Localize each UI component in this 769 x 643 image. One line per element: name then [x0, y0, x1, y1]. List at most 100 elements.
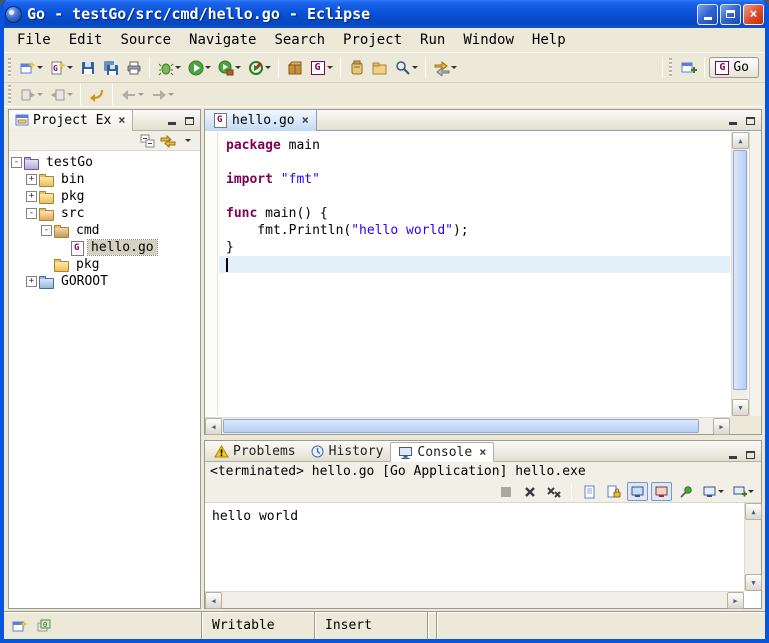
- scroll-track[interactable]: [222, 592, 727, 608]
- overview-ruler[interactable]: [749, 132, 761, 416]
- eclipse-app-icon[interactable]: [5, 6, 22, 23]
- tree-item-bin[interactable]: +bin: [11, 171, 200, 188]
- save-all-button[interactable]: [99, 56, 122, 80]
- external-tools-button[interactable]: [244, 56, 274, 80]
- open-console-button[interactable]: [729, 482, 756, 501]
- scroll-track[interactable]: [732, 149, 748, 399]
- forward-button[interactable]: [147, 83, 177, 107]
- code-line[interactable]: [219, 256, 730, 273]
- tree-item-testgo[interactable]: -testGo: [11, 154, 200, 171]
- tab-history[interactable]: History: [303, 441, 391, 461]
- close-tab-icon[interactable]: ×: [479, 445, 486, 459]
- open-folder-button[interactable]: [368, 56, 391, 80]
- code-line[interactable]: package main: [219, 137, 730, 154]
- link-with-editor-icon[interactable]: [159, 132, 176, 149]
- new-wizard-button[interactable]: [16, 56, 46, 80]
- previous-annotation-button[interactable]: [46, 83, 76, 107]
- show-stderr-button[interactable]: [651, 482, 672, 501]
- minimize-window-button[interactable]: [697, 4, 718, 25]
- tab-problems[interactable]: Problems: [207, 441, 303, 461]
- save-button[interactable]: [76, 56, 99, 80]
- scroll-left-icon[interactable]: ◀: [205, 418, 222, 435]
- open-resource-button[interactable]: [345, 56, 368, 80]
- tab-hello-go[interactable]: hello.go ×: [205, 110, 317, 131]
- menu-search[interactable]: Search: [265, 30, 334, 50]
- menu-edit[interactable]: Edit: [60, 30, 112, 50]
- show-stdout-button[interactable]: [627, 482, 648, 501]
- scroll-thumb[interactable]: [733, 150, 747, 390]
- back-button[interactable]: [117, 83, 147, 107]
- scroll-left-icon[interactable]: ◀: [205, 592, 222, 609]
- launch-shortcut-icon[interactable]: 0: [36, 618, 52, 634]
- close-editor-tab-icon[interactable]: ×: [302, 113, 309, 127]
- minimize-view-button[interactable]: [164, 114, 179, 127]
- menu-navigate[interactable]: Navigate: [180, 30, 265, 50]
- remove-all-launches-button[interactable]: [543, 482, 564, 501]
- tree-item-src[interactable]: -src: [11, 205, 200, 222]
- expand-icon[interactable]: +: [26, 174, 37, 185]
- scroll-track[interactable]: [745, 520, 761, 574]
- editor-vertical-scrollbar[interactable]: ▲ ▼: [731, 132, 748, 416]
- menu-help[interactable]: Help: [523, 30, 575, 50]
- perspective-bar-grip[interactable]: [669, 58, 673, 78]
- scroll-up-icon[interactable]: ▲: [745, 503, 762, 520]
- collapse-icon[interactable]: -: [26, 208, 37, 219]
- code-line[interactable]: func main() {: [219, 205, 730, 222]
- maximize-window-button[interactable]: [720, 4, 741, 25]
- editor-horizontal-scrollbar[interactable]: ◀ ▶: [205, 417, 730, 434]
- display-selected-console-button[interactable]: [699, 482, 726, 501]
- view-menu-icon[interactable]: [179, 132, 196, 149]
- maximize-editor-button[interactable]: [743, 114, 758, 127]
- code-line[interactable]: import "fmt": [219, 171, 730, 188]
- toolbar-grip[interactable]: [8, 58, 12, 78]
- menu-file[interactable]: File: [8, 30, 60, 50]
- new-go-file-button[interactable]: G: [46, 56, 76, 80]
- team-sync-button[interactable]: [430, 56, 460, 80]
- collapse-all-icon[interactable]: [139, 132, 156, 149]
- code-area[interactable]: package main import "fmt" func main() { fm…: [219, 132, 730, 416]
- title-bar[interactable]: Go - testGo/src/cmd/hello.go - Eclipse ×: [0, 0, 769, 28]
- scroll-up-icon[interactable]: ▲: [732, 132, 749, 149]
- scroll-track[interactable]: [222, 418, 713, 434]
- menu-project[interactable]: Project: [334, 30, 411, 50]
- toolbar-grip[interactable]: [8, 85, 12, 105]
- scroll-thumb[interactable]: [223, 419, 699, 433]
- code-line[interactable]: fmt.Println("hello world");: [219, 222, 730, 239]
- tree-item-pkg[interactable]: +pkg: [11, 188, 200, 205]
- menu-window[interactable]: Window: [454, 30, 523, 50]
- tab-console[interactable]: Console×: [390, 442, 494, 462]
- minimize-console-button[interactable]: [725, 448, 740, 461]
- close-window-button[interactable]: ×: [743, 4, 764, 25]
- print-button[interactable]: [122, 56, 145, 80]
- expand-icon[interactable]: +: [26, 191, 37, 202]
- close-view-icon[interactable]: ×: [118, 113, 125, 127]
- tab-project-explorer[interactable]: Project Ex ×: [9, 110, 133, 131]
- debug-button[interactable]: [154, 56, 184, 80]
- next-annotation-button[interactable]: [16, 83, 46, 107]
- run-button[interactable]: [184, 56, 214, 80]
- scroll-right-icon[interactable]: ▶: [713, 418, 730, 435]
- annotation-ruler[interactable]: [205, 132, 218, 416]
- run-external-button[interactable]: [214, 56, 244, 80]
- maximize-view-button[interactable]: [182, 114, 197, 127]
- console-horizontal-scrollbar[interactable]: ◀ ▶: [205, 591, 744, 608]
- minimize-editor-button[interactable]: [725, 114, 740, 127]
- pin-console-button[interactable]: [675, 482, 696, 501]
- last-edit-location-button[interactable]: [85, 83, 108, 107]
- scroll-down-icon[interactable]: ▼: [745, 574, 762, 591]
- go-perspective-button[interactable]: G Go: [709, 57, 759, 78]
- maximize-console-button[interactable]: [743, 448, 758, 461]
- remove-launch-button[interactable]: [519, 482, 540, 501]
- new-go-element-button[interactable]: G: [306, 56, 336, 80]
- tree-item-pkg[interactable]: pkg: [11, 256, 200, 273]
- code-line[interactable]: [219, 154, 730, 171]
- search-button[interactable]: [391, 56, 421, 80]
- fast-view-icon[interactable]: [12, 618, 28, 634]
- tree-item-cmd[interactable]: -cmd: [11, 222, 200, 239]
- clear-console-button[interactable]: [579, 482, 600, 501]
- menu-source[interactable]: Source: [111, 30, 180, 50]
- scroll-lock-button[interactable]: [603, 482, 624, 501]
- open-perspective-button[interactable]: [677, 56, 700, 80]
- new-go-package-button[interactable]: [283, 56, 306, 80]
- console-vertical-scrollbar[interactable]: ▲ ▼: [744, 503, 761, 591]
